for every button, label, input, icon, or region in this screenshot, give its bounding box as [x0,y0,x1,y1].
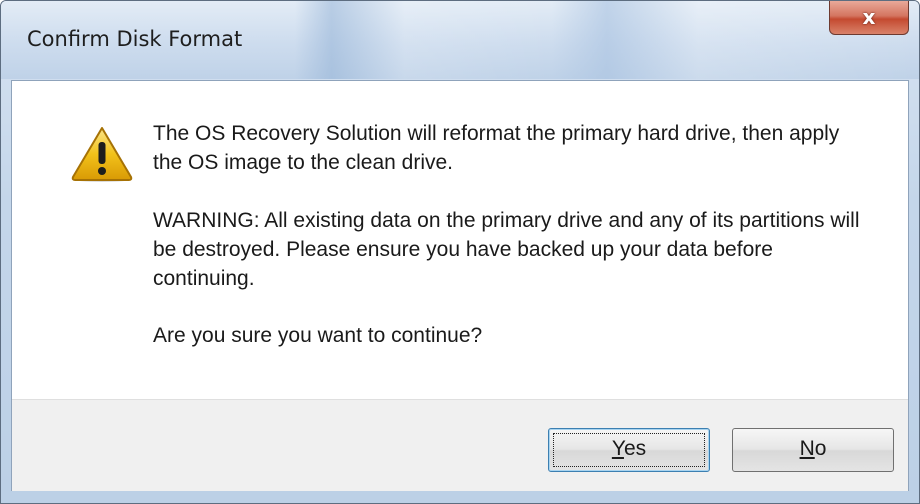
message-text-question: Are you sure you want to continue? [153,324,483,347]
message-area: The OS Recovery Solution will reformat t… [12,81,908,399]
yes-button-label: Yes [611,437,647,460]
yes-button[interactable]: Yes [548,428,710,472]
warning-icon [71,127,133,182]
window-title: Confirm Disk Format [27,27,243,51]
close-button[interactable]: x [829,1,909,35]
close-icon: x [862,5,876,29]
dialog-window: Confirm Disk Format x The OS Recovery So… [0,0,920,504]
title-bar[interactable]: Confirm Disk Format x [1,1,919,79]
dialog-client-area: The OS Recovery Solution will reformat t… [11,80,909,491]
no-button-label: No [799,437,827,460]
message-text-warning: WARNING: All existing data on the primar… [153,209,860,290]
button-bar: Yes No [12,399,908,491]
message-text-intro: The OS Recovery Solution will reformat t… [153,122,840,174]
no-button[interactable]: No [732,428,894,472]
